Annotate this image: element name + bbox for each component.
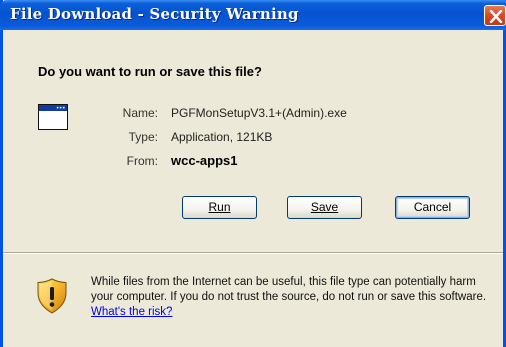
file-download-dialog: File Download - Security Warning Do you … bbox=[0, 0, 506, 347]
security-shield-icon bbox=[37, 278, 67, 314]
close-icon bbox=[489, 10, 503, 23]
file-source-value: wcc-apps1 bbox=[171, 153, 238, 168]
window-title: File Download - Security Warning bbox=[10, 5, 299, 23]
type-label: Type: bbox=[128, 130, 158, 144]
title-bar[interactable]: File Download - Security Warning bbox=[0, 0, 506, 30]
name-label: Name: bbox=[122, 106, 158, 120]
close-button[interactable] bbox=[484, 5, 506, 26]
cancel-button[interactable]: Cancel bbox=[395, 196, 470, 219]
whats-the-risk-link[interactable]: What's the risk? bbox=[91, 306, 172, 318]
run-button-label: Run bbox=[208, 200, 231, 214]
file-name-value: PGFMonSetupV3.1+(Admin).exe bbox=[171, 106, 347, 120]
file-type-value: Application, 121KB bbox=[171, 130, 273, 144]
security-warning-text: While files from the Internet can be use… bbox=[91, 275, 501, 320]
application-window-icon: ••• bbox=[38, 104, 68, 130]
run-button[interactable]: Run bbox=[182, 196, 257, 219]
save-button[interactable]: Save bbox=[287, 196, 362, 219]
cancel-button-label: Cancel bbox=[413, 200, 452, 214]
dialog-question: Do you want to run or save this file? bbox=[38, 64, 262, 79]
save-button-label: Save bbox=[310, 200, 339, 214]
warning-message: While files from the Internet can be use… bbox=[91, 276, 487, 303]
from-label: From: bbox=[126, 154, 158, 168]
